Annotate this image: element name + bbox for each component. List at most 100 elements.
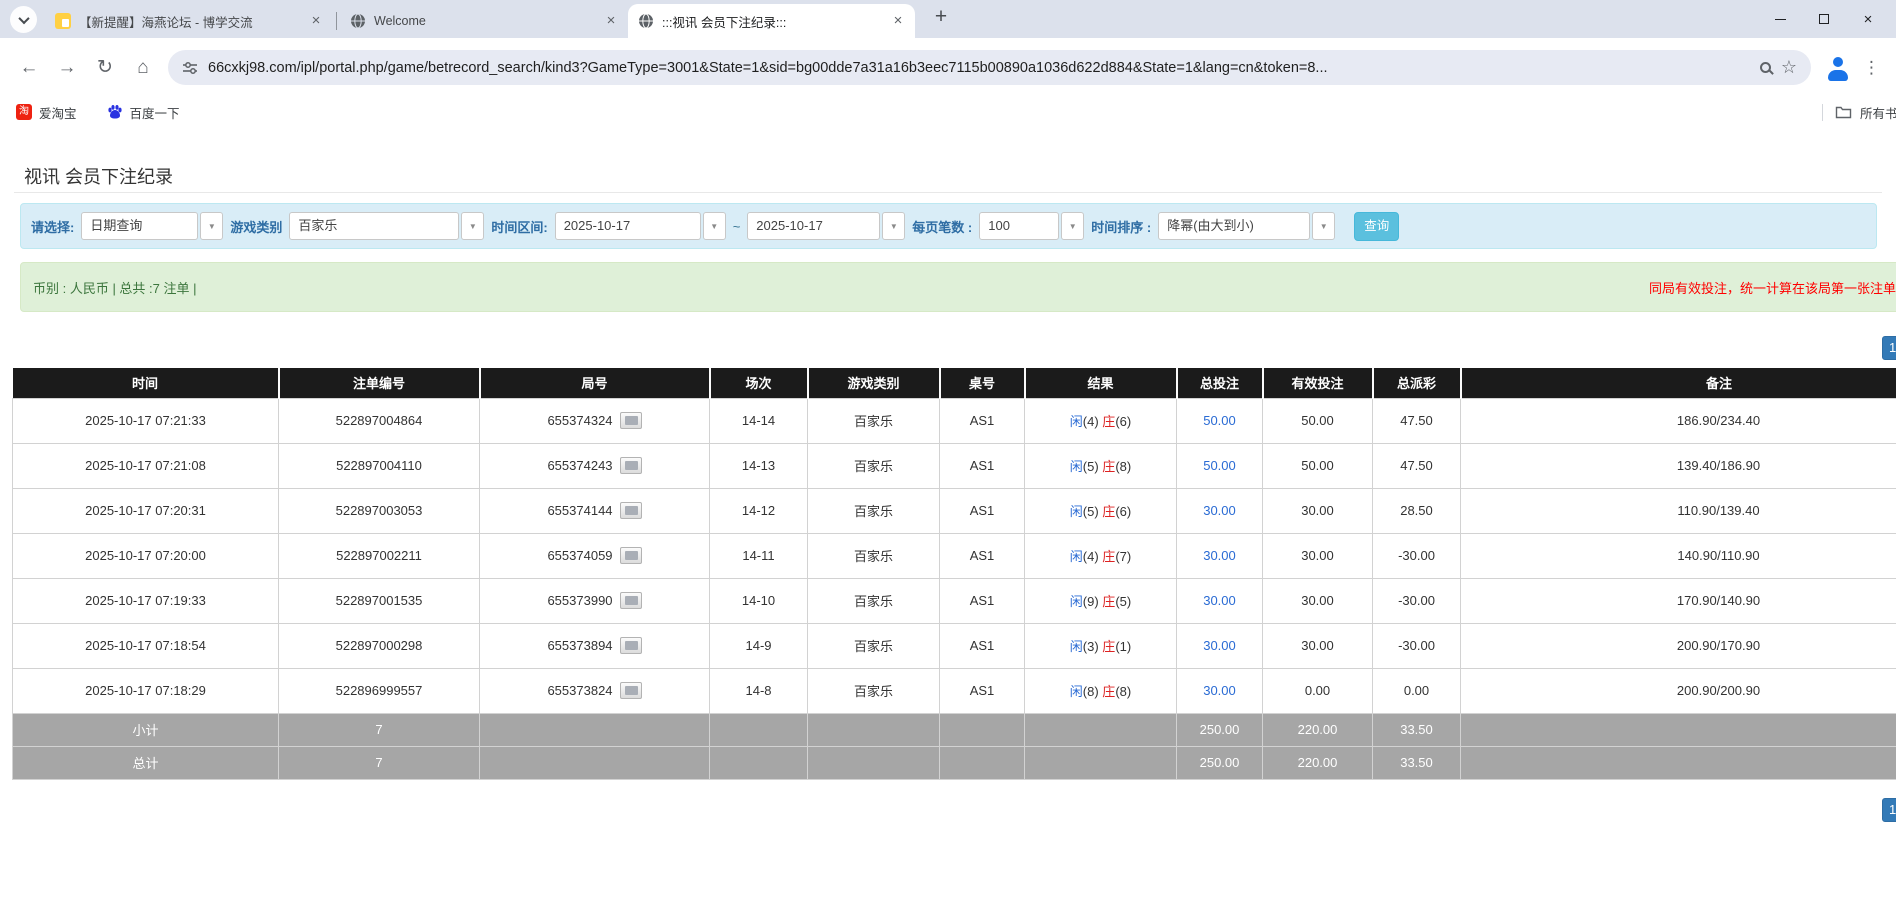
minimize-button[interactable] bbox=[1758, 0, 1802, 38]
empty-cell bbox=[940, 713, 1025, 746]
valid-bet-cell: 30.00 bbox=[1263, 533, 1373, 578]
result-cell: 闲(5) 庄(6) bbox=[1025, 488, 1177, 533]
per-page-value[interactable]: 100 bbox=[979, 212, 1059, 240]
pagination-page-1[interactable]: 1 bbox=[1882, 336, 1896, 360]
close-icon[interactable]: × bbox=[602, 12, 620, 30]
query-type-select[interactable]: 日期查询 ▼ bbox=[81, 212, 223, 240]
chevron-down-icon[interactable]: ▼ bbox=[1061, 212, 1084, 240]
close-icon[interactable]: × bbox=[889, 12, 907, 30]
banker-result: 庄 bbox=[1102, 549, 1115, 564]
video-replay-icon[interactable] bbox=[620, 457, 642, 474]
site-settings-icon[interactable] bbox=[182, 60, 198, 76]
chevron-down-icon[interactable]: ▼ bbox=[1312, 212, 1335, 240]
profile-avatar[interactable] bbox=[1825, 55, 1851, 81]
video-replay-icon[interactable] bbox=[620, 682, 642, 699]
total-bet-link[interactable]: 30.00 bbox=[1203, 548, 1236, 563]
maximize-button[interactable] bbox=[1802, 0, 1846, 38]
forward-button[interactable]: → bbox=[48, 49, 86, 87]
total-bet-link[interactable]: 30.00 bbox=[1203, 638, 1236, 653]
column-header: 有效投注 bbox=[1263, 368, 1373, 398]
column-header: 总投注 bbox=[1177, 368, 1263, 398]
bet-table-footer: 小计7250.00220.0033.50总计7250.00220.0033.50 bbox=[13, 713, 1896, 779]
round-number: 655374144 bbox=[547, 503, 612, 518]
date-from-select[interactable]: 2025-10-17 ▼ bbox=[555, 212, 726, 240]
all-bookmarks-button[interactable]: 所有书签 bbox=[1822, 97, 1896, 127]
chevron-down-icon[interactable]: ▼ bbox=[200, 212, 223, 240]
table-number-cell: AS1 bbox=[940, 668, 1025, 713]
column-header: 局号 bbox=[480, 368, 710, 398]
table-number-cell: AS1 bbox=[940, 578, 1025, 623]
date-to-select[interactable]: 2025-10-17 ▼ bbox=[747, 212, 905, 240]
total-bet-link[interactable]: 30.00 bbox=[1203, 683, 1236, 698]
summary-row: 总计7250.00220.0033.50 bbox=[13, 746, 1896, 779]
new-tab-button[interactable]: + bbox=[927, 4, 955, 32]
sort-select[interactable]: 降幂(由大到小) ▼ bbox=[1158, 212, 1335, 240]
video-replay-icon[interactable] bbox=[620, 547, 642, 564]
back-button[interactable]: ← bbox=[10, 49, 48, 87]
empty-cell bbox=[710, 713, 808, 746]
bookmark-baidu[interactable]: 百度一下 bbox=[107, 103, 180, 122]
tab-forum[interactable]: 【新提醒】海燕论坛 - 博学交流 × bbox=[45, 4, 333, 38]
chevron-down-icon[interactable]: ▼ bbox=[703, 212, 726, 240]
payout-cell: 0.00 bbox=[1373, 668, 1461, 713]
video-replay-icon[interactable] bbox=[620, 637, 642, 654]
table-row: 2025-10-17 07:21:08522897004110655374243… bbox=[13, 443, 1896, 488]
date-range-label: 时间区间: bbox=[491, 217, 547, 236]
valid-bet-cell: 30.00 bbox=[1263, 578, 1373, 623]
address-bar[interactable]: 66cxkj98.com/ipl/portal.php/game/betreco… bbox=[168, 50, 1811, 85]
reload-button[interactable]: ↻ bbox=[86, 49, 124, 87]
game-type-value[interactable]: 百家乐 bbox=[289, 212, 459, 240]
date-to-value[interactable]: 2025-10-17 bbox=[747, 212, 880, 240]
home-button[interactable]: ⌂ bbox=[124, 49, 162, 87]
video-replay-icon[interactable] bbox=[620, 502, 642, 519]
query-type-value[interactable]: 日期查询 bbox=[81, 212, 198, 240]
summary-total-bet-cell: 250.00 bbox=[1177, 746, 1263, 779]
note-cell: 200.90/200.90 bbox=[1461, 668, 1896, 713]
total-bet-link[interactable]: 30.00 bbox=[1203, 503, 1236, 518]
column-header: 备注 bbox=[1461, 368, 1896, 398]
empty-cell bbox=[1025, 746, 1177, 779]
game-type-cell: 百家乐 bbox=[808, 578, 940, 623]
total-bet-link[interactable]: 50.00 bbox=[1203, 458, 1236, 473]
bet-number-cell: 522897003053 bbox=[279, 488, 480, 533]
tab-search-button[interactable] bbox=[10, 6, 37, 33]
close-window-button[interactable]: × bbox=[1846, 0, 1890, 38]
bookmark-taobao[interactable]: 淘 爱淘宝 bbox=[16, 103, 77, 122]
total-bet-link[interactable]: 50.00 bbox=[1203, 413, 1236, 428]
date-from-value[interactable]: 2025-10-17 bbox=[555, 212, 701, 240]
video-replay-icon[interactable] bbox=[620, 592, 642, 609]
game-type-cell: 百家乐 bbox=[808, 488, 940, 533]
tab-bet-records-active[interactable]: :::视讯 会员下注纪录::: × bbox=[628, 4, 915, 38]
total-bet-link[interactable]: 30.00 bbox=[1203, 593, 1236, 608]
tab-welcome[interactable]: Welcome × bbox=[340, 4, 628, 38]
chevron-down-icon[interactable]: ▼ bbox=[461, 212, 484, 240]
zoom-icon[interactable] bbox=[1760, 62, 1771, 73]
session-cell: 14-11 bbox=[710, 533, 808, 578]
table-header-row: 时间注单编号局号场次游戏类别桌号结果总投注有效投注总派彩备注 bbox=[13, 368, 1896, 398]
bookmark-star-icon[interactable]: ☆ bbox=[1781, 57, 1797, 78]
player-result: 闲 bbox=[1070, 414, 1083, 429]
game-type-select[interactable]: 百家乐 ▼ bbox=[289, 212, 484, 240]
forum-favicon-icon bbox=[55, 13, 71, 29]
total-bet-cell: 30.00 bbox=[1177, 578, 1263, 623]
browser-menu-icon[interactable]: ⋮ bbox=[1857, 58, 1886, 78]
round-number-cell: 655373990 bbox=[480, 578, 710, 623]
url-text[interactable]: 66cxkj98.com/ipl/portal.php/game/betreco… bbox=[208, 60, 1750, 76]
bet-number-cell: 522897002211 bbox=[279, 533, 480, 578]
payout-cell: 47.50 bbox=[1373, 443, 1461, 488]
video-replay-icon[interactable] bbox=[620, 412, 642, 429]
total-bet-cell: 50.00 bbox=[1177, 443, 1263, 488]
per-page-select[interactable]: 100 ▼ bbox=[979, 212, 1084, 240]
valid-bet-cell: 0.00 bbox=[1263, 668, 1373, 713]
column-header: 游戏类别 bbox=[808, 368, 940, 398]
pagination-page-1[interactable]: 1 bbox=[1882, 798, 1896, 822]
total-bet-cell: 30.00 bbox=[1177, 488, 1263, 533]
search-button[interactable]: 查询 bbox=[1354, 212, 1399, 241]
range-tilde: ~ bbox=[733, 219, 741, 234]
chevron-down-icon[interactable]: ▼ bbox=[882, 212, 905, 240]
close-icon[interactable]: × bbox=[307, 12, 325, 30]
bet-number-cell: 522896999557 bbox=[279, 668, 480, 713]
empty-cell bbox=[480, 746, 710, 779]
sort-value[interactable]: 降幂(由大到小) bbox=[1158, 212, 1310, 240]
time-cell: 2025-10-17 07:18:54 bbox=[13, 623, 279, 668]
